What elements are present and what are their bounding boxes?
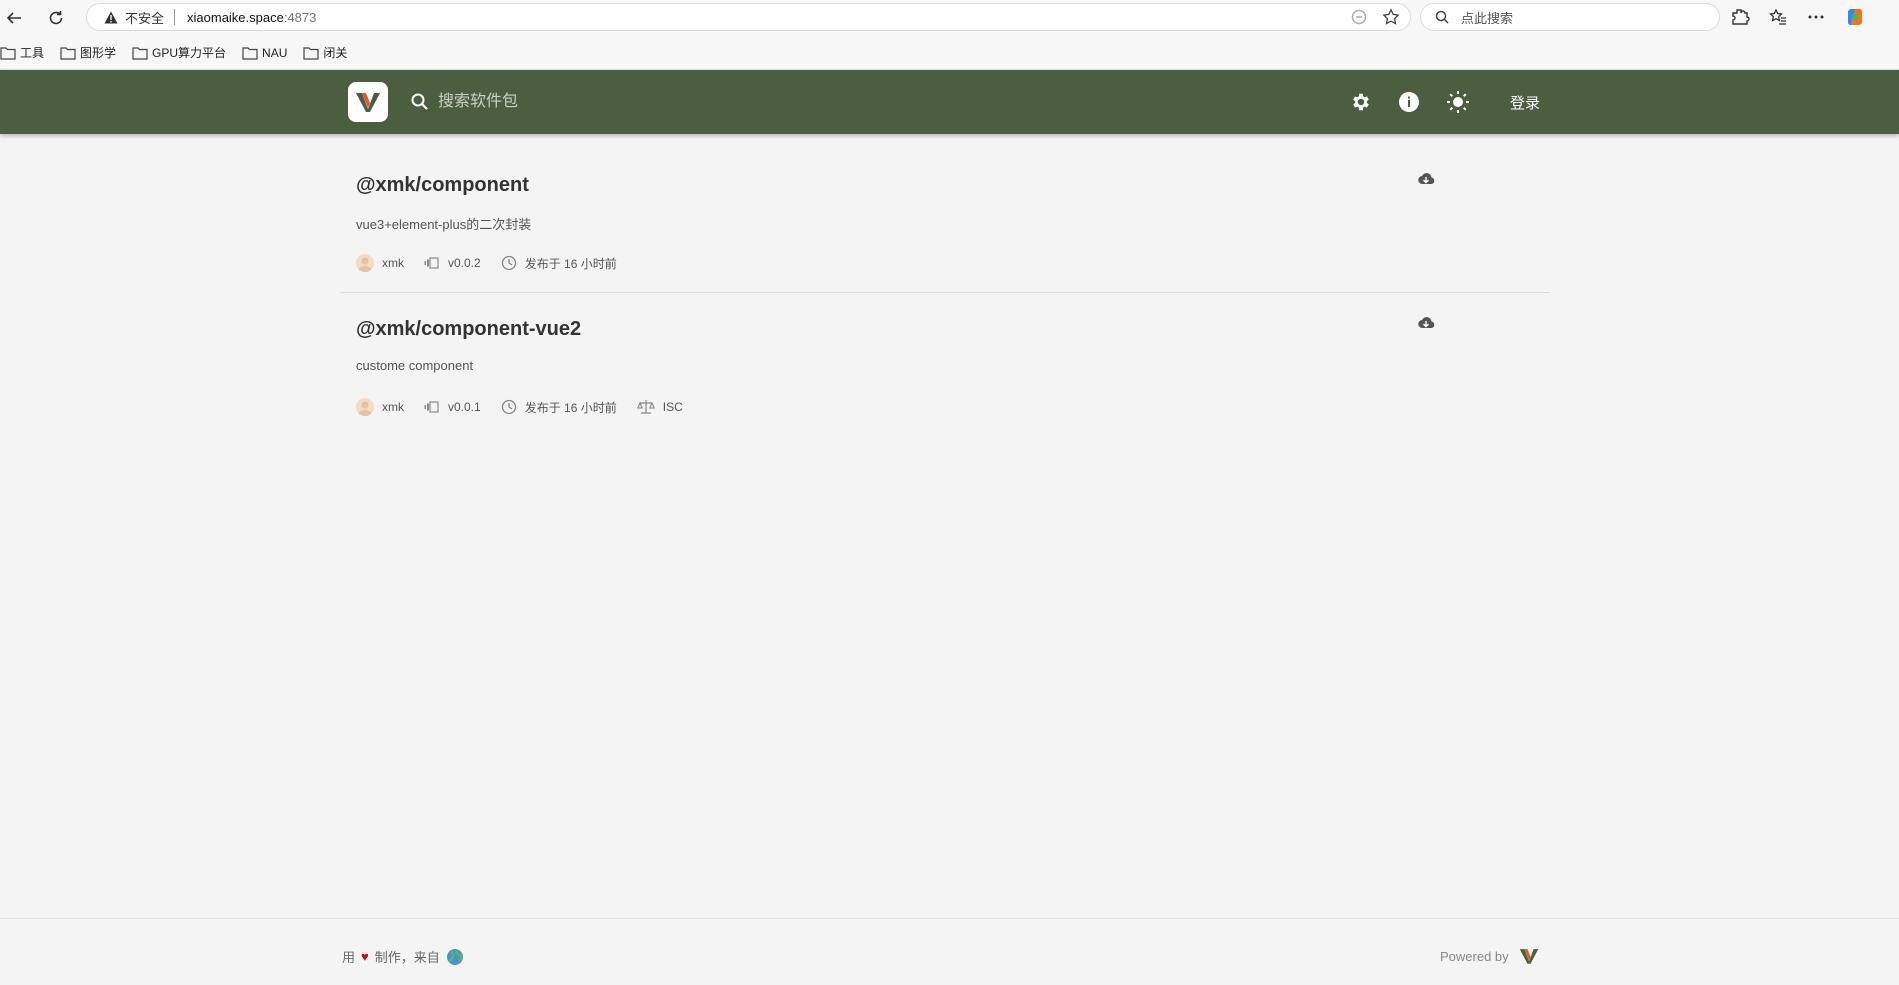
package-card[interactable]: @xmk/component-vue2 custome component xm… [340, 294, 1550, 437]
gear-icon[interactable] [1350, 91, 1372, 113]
version-icon [424, 257, 439, 269]
copilot-icon[interactable] [1844, 6, 1866, 28]
back-button[interactable] [0, 4, 28, 32]
clock-icon [501, 399, 516, 415]
address-bar[interactable]: 不安全 xiaomaike.space :4873 [86, 3, 1411, 31]
author-name: xmk [382, 400, 404, 414]
favorites-icon[interactable] [1768, 7, 1788, 27]
bookmark-folder-nau[interactable]: NAU [242, 46, 287, 60]
bookmark-label: NAU [262, 45, 288, 60]
package-card[interactable]: @xmk/component vue3+element-plus的二次封装 xm… [340, 150, 1550, 293]
cloud-download-icon [1418, 173, 1435, 185]
bookmarks-bar: 工具 图形学 GPU算力平台 NAU 闭关 [0, 36, 1899, 70]
info-icon[interactable] [1398, 91, 1420, 113]
scale-balance-icon [636, 400, 655, 414]
package-author[interactable]: xmk [356, 254, 404, 272]
bookmark-label: 工具 [20, 46, 45, 60]
made-with-suffix: 制作，来自 [374, 950, 440, 965]
verdaccio-logo-icon[interactable] [1519, 947, 1539, 965]
verdaccio-logo[interactable] [348, 82, 388, 122]
version-label: v0.0.1 [448, 400, 481, 414]
folder-icon [242, 46, 258, 60]
favorite-star-icon[interactable] [1382, 8, 1400, 26]
download-button[interactable] [1417, 172, 1435, 191]
package-description: vue3+element-plus的二次封装 [356, 217, 532, 232]
bookmark-folder-graphics[interactable]: 图形学 [60, 44, 116, 61]
package-meta: xmk v0.0.2 发布于 16 小时前 [356, 254, 637, 272]
version-icon [424, 401, 439, 413]
bookmark-folder-gpu[interactable]: GPU算力平台 [132, 44, 226, 61]
bookmark-label: 闭关 [323, 46, 348, 60]
made-with-prefix: 用 [342, 950, 356, 965]
package-author[interactable]: xmk [356, 398, 404, 416]
footer-made-with: 用 ♥ 制作，来自 [342, 947, 464, 966]
bookmark-label: 图形学 [80, 46, 117, 60]
app-header: 登录 [0, 70, 1899, 134]
insecure-label[interactable]: 不安全 [125, 8, 164, 27]
folder-icon [132, 46, 148, 60]
search-icon [410, 92, 430, 117]
footer-powered-by: Powered by [1440, 947, 1539, 965]
license-label: ISC [662, 400, 683, 414]
heart-icon: ♥ [361, 949, 369, 964]
folder-icon [303, 46, 319, 60]
folder-icon [60, 46, 76, 60]
reload-icon [49, 11, 63, 25]
bookmark-label: GPU算力平台 [152, 46, 227, 60]
package-license: ISC [636, 399, 683, 415]
folder-icon [0, 46, 16, 60]
package-published: 发布于 16 小时前 [501, 399, 617, 416]
browser-toolbar: 不安全 xiaomaike.space :4873 点此搜索 [0, 0, 1899, 36]
footer: 用 ♥ 制作，来自 Powered by [0, 918, 1899, 985]
published-label: 发布于 16 小时前 [524, 400, 617, 415]
download-button[interactable] [1417, 316, 1435, 335]
package-meta: xmk v0.0.1 发布于 16 小时前 ISC [356, 398, 703, 416]
package-published: 发布于 16 小时前 [501, 255, 617, 272]
package-version: v0.0.1 [424, 400, 481, 414]
clock-icon [501, 255, 516, 271]
published-label: 发布于 16 小时前 [524, 256, 617, 271]
bookmark-folder-tools[interactable]: 工具 [0, 44, 44, 61]
extensions-icon[interactable] [1730, 7, 1750, 27]
browser-search-box[interactable]: 点此搜索 [1420, 3, 1720, 31]
package-search-input[interactable] [438, 86, 838, 118]
login-button[interactable]: 登录 [1510, 92, 1540, 113]
avatar [356, 254, 374, 272]
address-divider [174, 9, 176, 25]
url-port: :4873 [283, 9, 317, 25]
author-name: xmk [382, 256, 404, 270]
package-name[interactable]: @xmk/component [356, 174, 529, 197]
package-name[interactable]: @xmk/component-vue2 [356, 318, 581, 341]
version-label: v0.0.2 [448, 256, 481, 270]
more-menu-icon[interactable] [1806, 7, 1826, 27]
reload-button[interactable] [42, 4, 70, 32]
browser-search-placeholder: 点此搜索 [1461, 10, 1514, 26]
package-description: custome component [356, 358, 474, 373]
verdaccio-logo-icon [356, 93, 380, 112]
bookmark-folder-retreat[interactable]: 闭关 [303, 44, 347, 61]
warning-icon [103, 9, 119, 25]
avatar [356, 398, 374, 416]
powered-by-label: Powered by [1440, 948, 1509, 964]
theme-toggle-sun-icon[interactable] [1446, 90, 1470, 114]
url-host: xiaomaike.space [187, 9, 284, 25]
translate-icon[interactable] [1350, 8, 1368, 26]
globe-icon [446, 948, 463, 965]
search-icon [1435, 9, 1451, 25]
package-version: v0.0.2 [424, 256, 481, 270]
cloud-download-icon [1418, 317, 1435, 329]
back-arrow-icon [6, 12, 21, 24]
